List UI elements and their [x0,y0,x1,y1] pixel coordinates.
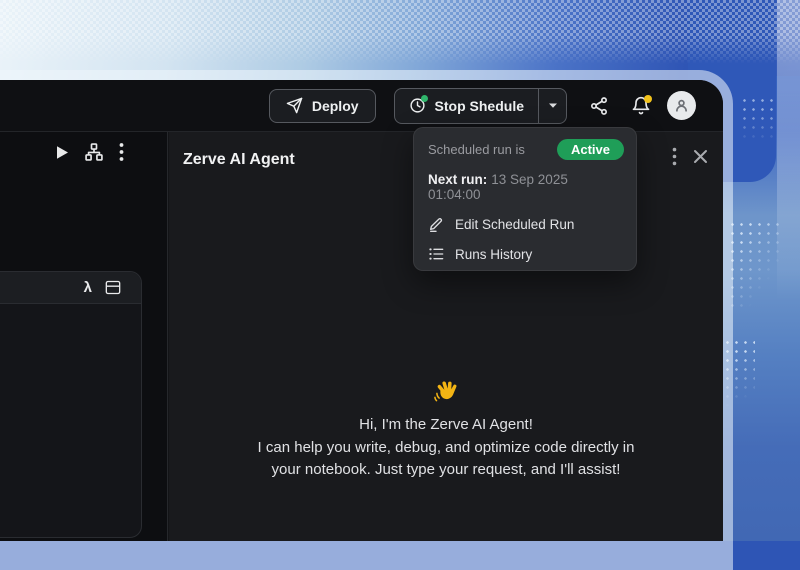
block-card-header: λ [0,272,141,304]
next-run-row: Next run:13 Sep 2025 01:04:00 [414,160,636,202]
canvas-toolbar [56,142,124,162]
caret-down-icon [548,102,558,109]
code-block-card[interactable]: λ [0,271,142,538]
more-vertical-icon[interactable] [119,142,124,162]
menu-item-label: Runs History [455,247,532,262]
close-icon[interactable] [693,149,708,164]
top-toolbar: Deploy Stop Shedule [0,80,723,132]
menu-item-label: Edit Scheduled Run [455,217,574,232]
canvas-panel: λ λ [0,132,168,541]
hierarchy-flow-icon[interactable] [84,142,104,162]
rocket-icon [286,97,303,114]
schedule-clock-icon [409,97,426,114]
notifications-bell-icon[interactable] [631,96,651,116]
share-icon[interactable] [589,96,609,116]
user-avatar[interactable] [667,91,696,120]
menu-item-runs-history[interactable]: Runs History [414,239,636,269]
waving-hand-icon [432,378,460,406]
stop-schedule-split-button: Stop Shedule [394,88,567,124]
background-dot-cluster [728,220,780,312]
background-dot-cluster [740,96,776,148]
schedule-running-dot [421,95,428,102]
next-run-label: Next run: [428,172,487,187]
card-layout-icon[interactable] [105,280,121,295]
stop-schedule-label: Stop Shedule [435,98,524,114]
deploy-button[interactable]: Deploy [269,89,376,123]
welcome-message: Hi, I'm the Zerve AI Agent! I can help y… [169,378,723,482]
list-icon [428,246,444,262]
deploy-button-label: Deploy [312,98,359,114]
panel-more-vertical-icon[interactable] [672,147,677,166]
welcome-line: I can help you write, debug, and optimiz… [169,437,723,460]
notification-badge-dot [644,95,652,103]
welcome-line: Hi, I'm the Zerve AI Agent! [169,414,723,437]
stop-schedule-button[interactable]: Stop Shedule [395,89,538,123]
panel-title: Zerve AI Agent [183,151,295,169]
schedule-dropdown-toggle[interactable] [538,89,566,123]
person-icon [673,97,690,114]
menu-item-edit-scheduled-run[interactable]: Edit Scheduled Run [414,209,636,239]
schedule-popup-menu: Edit Scheduled Run Runs History [414,209,636,269]
status-badge-active: Active [557,139,624,160]
welcome-line: your notebook. Just type your request, a… [169,459,723,482]
background-dither-pattern [0,0,800,64]
lambda-icon[interactable]: λ [84,280,92,295]
schedule-popup: Scheduled run is Active Next run:13 Sep … [413,127,637,271]
pencil-edit-icon [428,216,444,232]
run-play-icon[interactable] [56,145,69,160]
schedule-status-label: Scheduled run is [428,142,525,157]
